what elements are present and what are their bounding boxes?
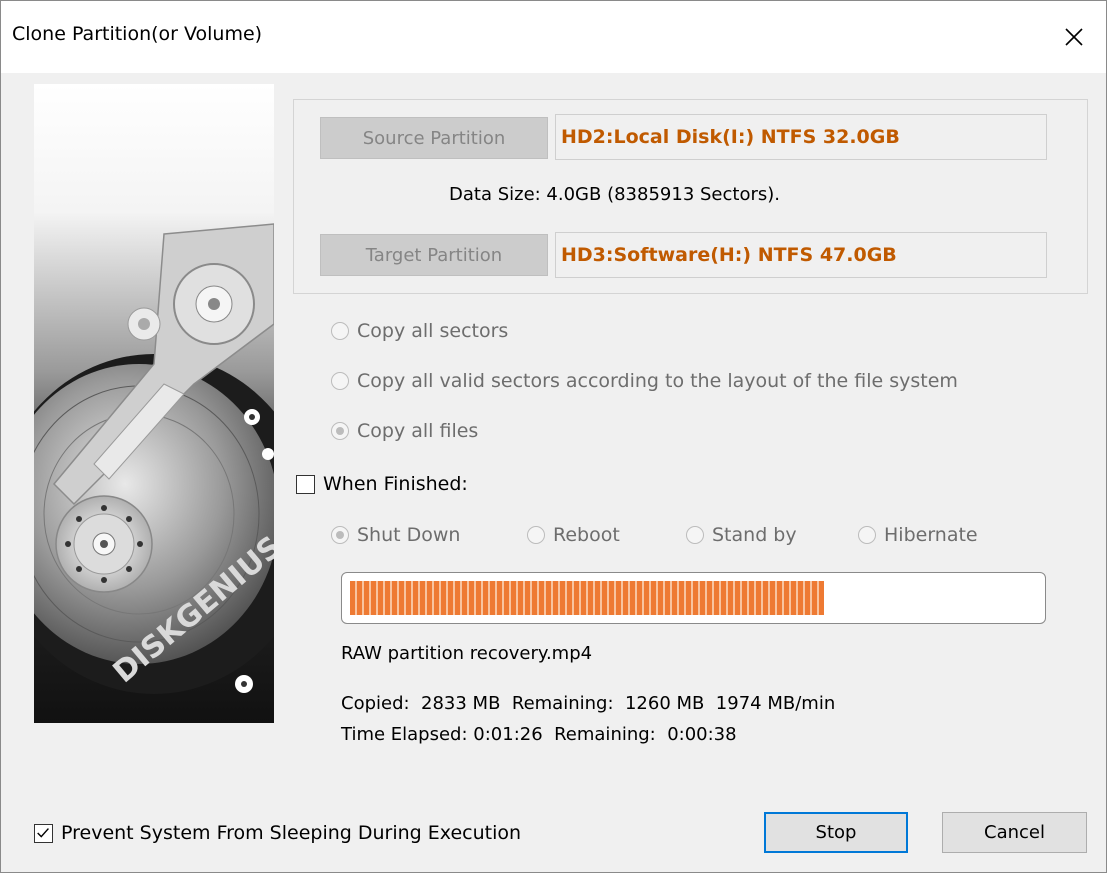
radio-label: Hibernate bbox=[884, 524, 978, 546]
radio-button[interactable] bbox=[331, 372, 349, 390]
checkbox[interactable] bbox=[296, 474, 315, 494]
radio-label: Copy all valid sectors according to the … bbox=[357, 370, 958, 392]
radio-copy-all-sectors[interactable]: Copy all sectors bbox=[331, 320, 508, 342]
radio-label: Reboot bbox=[553, 524, 620, 546]
radio-reboot[interactable]: Reboot bbox=[527, 524, 620, 546]
radio-stand-by[interactable]: Stand by bbox=[686, 524, 797, 546]
radio-label: Copy all sectors bbox=[357, 320, 509, 342]
target-partition-field: HD3:Software(H:) NTFS 47.0GB bbox=[555, 232, 1047, 278]
radio-hibernate[interactable]: Hibernate bbox=[858, 524, 978, 546]
when-finished-checkbox[interactable]: When Finished: bbox=[296, 473, 468, 495]
prevent-sleep-checkbox[interactable]: Prevent System From Sleeping During Exec… bbox=[34, 822, 521, 844]
radio-button[interactable] bbox=[858, 526, 876, 544]
data-size-text: Data Size: 4.0GB (8385913 Sectors). bbox=[449, 184, 780, 205]
checkbox[interactable] bbox=[34, 823, 53, 843]
radio-button[interactable] bbox=[527, 526, 545, 544]
radio-label: Copy all files bbox=[357, 420, 479, 442]
copy-stats-text: Copied: 2833 MB Remaining: 1260 MB 1974 … bbox=[341, 693, 836, 714]
title-bar: Clone Partition(or Volume) bbox=[1, 1, 1106, 73]
target-partition-button[interactable]: Target Partition bbox=[320, 234, 548, 276]
checkbox-label: When Finished: bbox=[323, 473, 468, 495]
progress-fill bbox=[350, 581, 825, 615]
radio-label: Stand by bbox=[712, 524, 797, 546]
close-icon bbox=[1065, 28, 1083, 46]
radio-shut-down[interactable]: Shut Down bbox=[331, 524, 460, 546]
window-title: Clone Partition(or Volume) bbox=[12, 23, 263, 45]
radio-label: Shut Down bbox=[357, 524, 461, 546]
radio-copy-all-files[interactable]: Copy all files bbox=[331, 420, 478, 442]
source-partition-field: HD2:Local Disk(I:) NTFS 32.0GB bbox=[555, 114, 1047, 160]
clone-progress-bar bbox=[341, 572, 1046, 624]
close-button[interactable] bbox=[1042, 1, 1106, 73]
time-stats-text: Time Elapsed: 0:01:26 Remaining: 0:00:38 bbox=[341, 724, 737, 745]
cancel-button[interactable]: Cancel bbox=[942, 812, 1087, 853]
current-file-text: RAW partition recovery.mp4 bbox=[341, 643, 593, 664]
diskgenius-artwork: DISKGENIUS bbox=[34, 84, 274, 723]
checkbox-label: Prevent System From Sleeping During Exec… bbox=[61, 822, 522, 844]
radio-copy-valid-sectors[interactable]: Copy all valid sectors according to the … bbox=[331, 370, 958, 392]
radio-button[interactable] bbox=[686, 526, 704, 544]
stop-button[interactable]: Stop bbox=[764, 812, 908, 853]
radio-button[interactable] bbox=[331, 526, 349, 544]
source-partition-button[interactable]: Source Partition bbox=[320, 117, 548, 159]
checkmark-icon bbox=[37, 827, 49, 838]
radio-button[interactable] bbox=[331, 422, 349, 440]
radio-button[interactable] bbox=[331, 322, 349, 340]
